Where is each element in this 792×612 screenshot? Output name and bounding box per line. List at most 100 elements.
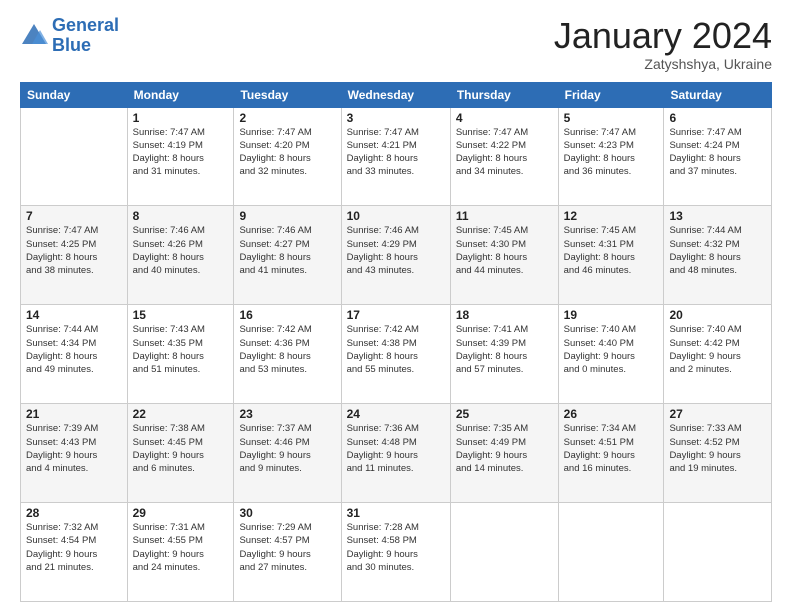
cell-w3-d6: 27Sunrise: 7:33 AMSunset: 4:52 PMDayligh…: [664, 404, 772, 503]
col-monday: Monday: [127, 82, 234, 107]
day-number: 25: [456, 407, 553, 421]
day-info: Sunrise: 7:47 AMSunset: 4:22 PMDaylight:…: [456, 126, 553, 179]
day-number: 27: [669, 407, 766, 421]
day-info: Sunrise: 7:42 AMSunset: 4:36 PMDaylight:…: [239, 323, 335, 376]
cell-w1-d1: 8Sunrise: 7:46 AMSunset: 4:26 PMDaylight…: [127, 206, 234, 305]
cell-w1-d4: 11Sunrise: 7:45 AMSunset: 4:30 PMDayligh…: [450, 206, 558, 305]
day-number: 23: [239, 407, 335, 421]
day-number: 21: [26, 407, 122, 421]
day-info: Sunrise: 7:32 AMSunset: 4:54 PMDaylight:…: [26, 521, 122, 574]
day-info: Sunrise: 7:45 AMSunset: 4:30 PMDaylight:…: [456, 224, 553, 277]
day-info: Sunrise: 7:47 AMSunset: 4:24 PMDaylight:…: [669, 126, 766, 179]
day-info: Sunrise: 7:47 AMSunset: 4:25 PMDaylight:…: [26, 224, 122, 277]
day-info: Sunrise: 7:47 AMSunset: 4:19 PMDaylight:…: [133, 126, 229, 179]
cell-w2-d6: 20Sunrise: 7:40 AMSunset: 4:42 PMDayligh…: [664, 305, 772, 404]
day-info: Sunrise: 7:40 AMSunset: 4:40 PMDaylight:…: [564, 323, 659, 376]
day-number: 30: [239, 506, 335, 520]
day-number: 29: [133, 506, 229, 520]
day-number: 4: [456, 111, 553, 125]
cell-w2-d3: 17Sunrise: 7:42 AMSunset: 4:38 PMDayligh…: [341, 305, 450, 404]
day-number: 13: [669, 209, 766, 223]
day-info: Sunrise: 7:39 AMSunset: 4:43 PMDaylight:…: [26, 422, 122, 475]
day-info: Sunrise: 7:38 AMSunset: 4:45 PMDaylight:…: [133, 422, 229, 475]
title-block: January 2024 Zatyshshya, Ukraine: [554, 16, 772, 72]
cell-w4-d2: 30Sunrise: 7:29 AMSunset: 4:57 PMDayligh…: [234, 503, 341, 602]
logo-blue: Blue: [52, 35, 91, 55]
calendar-table: Sunday Monday Tuesday Wednesday Thursday…: [20, 82, 772, 602]
day-info: Sunrise: 7:34 AMSunset: 4:51 PMDaylight:…: [564, 422, 659, 475]
header: General Blue January 2024 Zatyshshya, Uk…: [20, 16, 772, 72]
week-row-0: 1Sunrise: 7:47 AMSunset: 4:19 PMDaylight…: [21, 107, 772, 206]
cell-w2-d0: 14Sunrise: 7:44 AMSunset: 4:34 PMDayligh…: [21, 305, 128, 404]
day-info: Sunrise: 7:46 AMSunset: 4:29 PMDaylight:…: [347, 224, 445, 277]
col-wednesday: Wednesday: [341, 82, 450, 107]
cell-w4-d1: 29Sunrise: 7:31 AMSunset: 4:55 PMDayligh…: [127, 503, 234, 602]
day-info: Sunrise: 7:43 AMSunset: 4:35 PMDaylight:…: [133, 323, 229, 376]
cell-w2-d5: 19Sunrise: 7:40 AMSunset: 4:40 PMDayligh…: [558, 305, 664, 404]
day-number: 22: [133, 407, 229, 421]
cell-w3-d0: 21Sunrise: 7:39 AMSunset: 4:43 PMDayligh…: [21, 404, 128, 503]
col-tuesday: Tuesday: [234, 82, 341, 107]
day-number: 28: [26, 506, 122, 520]
day-info: Sunrise: 7:44 AMSunset: 4:34 PMDaylight:…: [26, 323, 122, 376]
week-row-2: 14Sunrise: 7:44 AMSunset: 4:34 PMDayligh…: [21, 305, 772, 404]
cell-w0-d2: 2Sunrise: 7:47 AMSunset: 4:20 PMDaylight…: [234, 107, 341, 206]
cell-w3-d4: 25Sunrise: 7:35 AMSunset: 4:49 PMDayligh…: [450, 404, 558, 503]
day-number: 1: [133, 111, 229, 125]
day-info: Sunrise: 7:47 AMSunset: 4:23 PMDaylight:…: [564, 126, 659, 179]
col-sunday: Sunday: [21, 82, 128, 107]
week-row-4: 28Sunrise: 7:32 AMSunset: 4:54 PMDayligh…: [21, 503, 772, 602]
cell-w3-d3: 24Sunrise: 7:36 AMSunset: 4:48 PMDayligh…: [341, 404, 450, 503]
col-friday: Friday: [558, 82, 664, 107]
day-number: 11: [456, 209, 553, 223]
col-thursday: Thursday: [450, 82, 558, 107]
cell-w0-d5: 5Sunrise: 7:47 AMSunset: 4:23 PMDaylight…: [558, 107, 664, 206]
cell-w2-d2: 16Sunrise: 7:42 AMSunset: 4:36 PMDayligh…: [234, 305, 341, 404]
cell-w3-d1: 22Sunrise: 7:38 AMSunset: 4:45 PMDayligh…: [127, 404, 234, 503]
day-number: 2: [239, 111, 335, 125]
logo-icon: [20, 22, 48, 50]
calendar-header-row: Sunday Monday Tuesday Wednesday Thursday…: [21, 82, 772, 107]
cell-w1-d2: 9Sunrise: 7:46 AMSunset: 4:27 PMDaylight…: [234, 206, 341, 305]
day-info: Sunrise: 7:46 AMSunset: 4:27 PMDaylight:…: [239, 224, 335, 277]
subtitle: Zatyshshya, Ukraine: [554, 56, 772, 72]
col-saturday: Saturday: [664, 82, 772, 107]
day-info: Sunrise: 7:47 AMSunset: 4:21 PMDaylight:…: [347, 126, 445, 179]
day-info: Sunrise: 7:36 AMSunset: 4:48 PMDaylight:…: [347, 422, 445, 475]
day-info: Sunrise: 7:33 AMSunset: 4:52 PMDaylight:…: [669, 422, 766, 475]
day-number: 31: [347, 506, 445, 520]
day-info: Sunrise: 7:44 AMSunset: 4:32 PMDaylight:…: [669, 224, 766, 277]
day-number: 16: [239, 308, 335, 322]
cell-w0-d4: 4Sunrise: 7:47 AMSunset: 4:22 PMDaylight…: [450, 107, 558, 206]
day-info: Sunrise: 7:47 AMSunset: 4:20 PMDaylight:…: [239, 126, 335, 179]
cell-w1-d0: 7Sunrise: 7:47 AMSunset: 4:25 PMDaylight…: [21, 206, 128, 305]
day-number: 7: [26, 209, 122, 223]
week-row-1: 7Sunrise: 7:47 AMSunset: 4:25 PMDaylight…: [21, 206, 772, 305]
main-title: January 2024: [554, 16, 772, 56]
cell-w4-d4: [450, 503, 558, 602]
cell-w1-d5: 12Sunrise: 7:45 AMSunset: 4:31 PMDayligh…: [558, 206, 664, 305]
day-number: 17: [347, 308, 445, 322]
day-number: 6: [669, 111, 766, 125]
logo: General Blue: [20, 16, 119, 56]
logo-general: General: [52, 15, 119, 35]
day-info: Sunrise: 7:40 AMSunset: 4:42 PMDaylight:…: [669, 323, 766, 376]
day-number: 9: [239, 209, 335, 223]
day-info: Sunrise: 7:29 AMSunset: 4:57 PMDaylight:…: [239, 521, 335, 574]
day-number: 18: [456, 308, 553, 322]
cell-w3-d2: 23Sunrise: 7:37 AMSunset: 4:46 PMDayligh…: [234, 404, 341, 503]
cell-w4-d3: 31Sunrise: 7:28 AMSunset: 4:58 PMDayligh…: [341, 503, 450, 602]
day-number: 19: [564, 308, 659, 322]
cell-w3-d5: 26Sunrise: 7:34 AMSunset: 4:51 PMDayligh…: [558, 404, 664, 503]
cell-w2-d4: 18Sunrise: 7:41 AMSunset: 4:39 PMDayligh…: [450, 305, 558, 404]
cell-w0-d0: [21, 107, 128, 206]
cell-w4-d0: 28Sunrise: 7:32 AMSunset: 4:54 PMDayligh…: [21, 503, 128, 602]
day-info: Sunrise: 7:28 AMSunset: 4:58 PMDaylight:…: [347, 521, 445, 574]
cell-w1-d6: 13Sunrise: 7:44 AMSunset: 4:32 PMDayligh…: [664, 206, 772, 305]
day-number: 14: [26, 308, 122, 322]
cell-w0-d1: 1Sunrise: 7:47 AMSunset: 4:19 PMDaylight…: [127, 107, 234, 206]
logo-text: General Blue: [52, 16, 119, 56]
cell-w2-d1: 15Sunrise: 7:43 AMSunset: 4:35 PMDayligh…: [127, 305, 234, 404]
week-row-3: 21Sunrise: 7:39 AMSunset: 4:43 PMDayligh…: [21, 404, 772, 503]
page: General Blue January 2024 Zatyshshya, Uk…: [0, 0, 792, 612]
